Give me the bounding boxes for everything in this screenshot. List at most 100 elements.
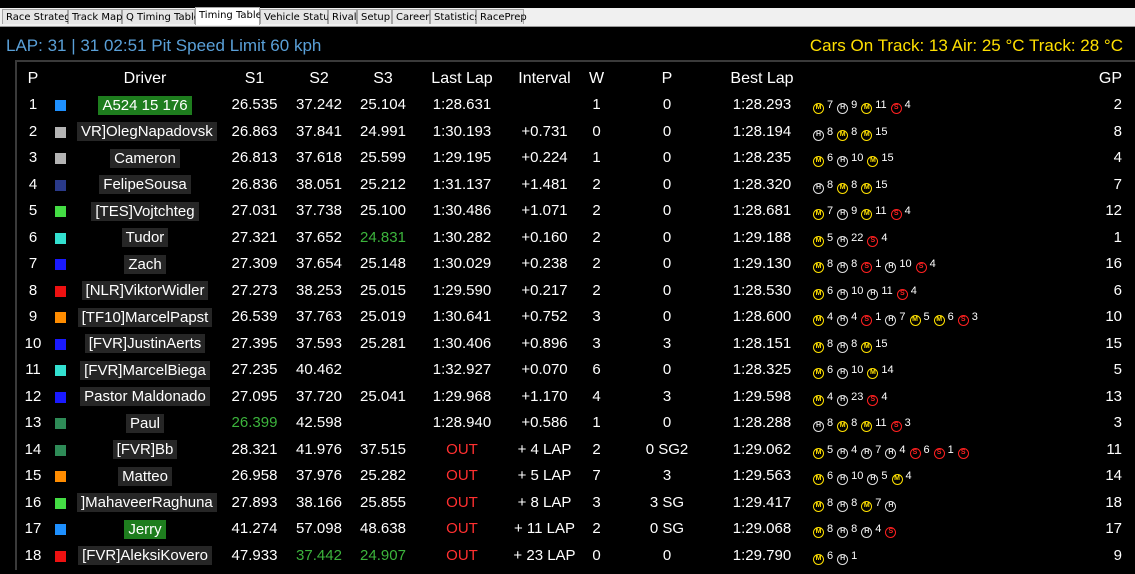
- last-lap: OUT: [446, 467, 478, 484]
- position: 11: [25, 361, 41, 378]
- sector-2: 37.841: [296, 122, 342, 140]
- last-lap: 1:30.641: [432, 308, 492, 325]
- medium-tyre-icon: M: [837, 182, 849, 194]
- w-count: 1: [592, 414, 601, 431]
- stint-laps: 15: [875, 125, 888, 138]
- medium-tyre-icon: M: [861, 103, 873, 114]
- medium-tyre-icon: M: [861, 500, 873, 512]
- stint-laps: 5: [881, 470, 888, 482]
- driver-name: A524 15 176: [98, 95, 192, 115]
- tab-rival[interactable]: Rival: [328, 9, 357, 24]
- soft-tyre-icon: S: [915, 262, 927, 273]
- p-count: 3: [662, 334, 672, 352]
- best-lap: 1:28.681: [732, 202, 792, 219]
- stint-laps: 22: [851, 231, 864, 244]
- sector-3: 37.515: [360, 440, 406, 458]
- tab-q-timing-table[interactable]: Q Timing Table: [122, 9, 200, 24]
- sector-2: 37.738: [296, 202, 342, 219]
- p-count: 0 SG2: [645, 440, 689, 458]
- hard-tyre-icon: H: [837, 527, 849, 538]
- interval: +1.170: [521, 387, 568, 405]
- medium-tyre-icon: M: [813, 500, 824, 512]
- stint-laps: 8: [827, 496, 834, 509]
- position: 5: [28, 202, 38, 219]
- medium-tyre-icon: M: [813, 553, 824, 565]
- tab-race-strategy[interactable]: Race Strategy: [2, 9, 77, 24]
- p-count: 0: [662, 149, 672, 166]
- tyre-stints: M8H8M7H: [809, 490, 899, 516]
- grid-position: 13: [1105, 387, 1122, 405]
- p-count: 0: [662, 96, 672, 113]
- stint-laps: 4: [827, 311, 834, 323]
- position: 8: [28, 281, 38, 299]
- w-count: 1: [592, 149, 601, 166]
- best-lap: 1:29.563: [732, 467, 792, 484]
- stint-laps: 4: [851, 443, 858, 456]
- tyre-stints: H 8 M 8 M 15: [809, 172, 888, 198]
- tab-statistics[interactable]: Statistics: [430, 9, 480, 24]
- driver-cell: ]MahaveerRaghuna: [77, 490, 217, 516]
- team-color-swatch: [55, 444, 66, 456]
- tyre-stints: M 6 H 10 H 11 S 4: [809, 278, 917, 304]
- col-p: P: [661, 70, 673, 87]
- position: 9: [28, 308, 38, 325]
- tab-timing-table[interactable]: Timing Table: [195, 7, 262, 25]
- sector-3: 24.831: [360, 228, 406, 246]
- sector-1: 26.535: [231, 96, 278, 113]
- medium-tyre-icon: M: [861, 421, 873, 432]
- tab-setup[interactable]: Setup: [357, 9, 392, 24]
- stint-laps: 4: [881, 231, 888, 244]
- sector-2: 38.166: [296, 493, 342, 511]
- hard-tyre-icon: H: [885, 315, 897, 326]
- team-color-swatch: [55, 418, 66, 429]
- p-count: 0: [662, 122, 672, 140]
- best-lap: 1:28.293: [732, 96, 792, 113]
- sector-2: 41.976: [296, 440, 342, 458]
- stint-laps: 5: [827, 231, 834, 244]
- last-lap: 1:29.968: [432, 387, 492, 405]
- team-color-swatch: [55, 126, 66, 138]
- sector-2: 42.598: [296, 414, 342, 431]
- stint-laps: 8: [827, 523, 834, 535]
- driver-name: [FVR]Bb: [112, 440, 178, 460]
- stint-laps: 11: [875, 417, 887, 429]
- tyre-stints: M 8 H 8 S 1 H 10 S 4: [809, 251, 936, 277]
- best-lap: 1:28.151: [732, 334, 792, 352]
- tyre-stints: M 5 H 22 S 4: [809, 225, 888, 251]
- hard-tyre-icon: H: [861, 527, 873, 538]
- interval: +0.752: [521, 308, 568, 325]
- medium-tyre-icon: M: [813, 368, 824, 379]
- sector-2: 37.976: [296, 467, 342, 484]
- hard-tyre-icon: H: [813, 421, 824, 432]
- stint-laps: 8: [827, 337, 834, 350]
- stint-laps: 4: [881, 390, 888, 403]
- w-count: 7: [592, 467, 601, 484]
- sector-3: 25.148: [360, 255, 406, 272]
- medium-tyre-icon: M: [837, 129, 849, 141]
- medium-tyre-icon: M: [813, 315, 824, 326]
- tyre-stints: M 6 H 10 H 5 M 4: [809, 463, 912, 489]
- w-count: 2: [592, 228, 601, 246]
- tab-vehicle-status[interactable]: Vehicle Status: [260, 9, 335, 24]
- driver-name: Tudor: [121, 228, 169, 248]
- tab-career[interactable]: Career: [392, 9, 430, 24]
- stint-laps: 11: [875, 99, 887, 111]
- grid-position: 8: [1113, 122, 1122, 140]
- hard-tyre-icon: H: [813, 129, 824, 141]
- hard-tyre-icon: H: [867, 288, 879, 300]
- position: 14: [24, 440, 42, 458]
- soft-tyre-icon: S: [885, 527, 897, 538]
- stint-laps: 8: [851, 523, 858, 535]
- medium-tyre-icon: M: [813, 103, 824, 114]
- sector-3: 24.991: [360, 122, 406, 140]
- team-color-swatch: [55, 471, 66, 482]
- hard-tyre-icon: H: [861, 447, 873, 459]
- sector-3: 25.019: [360, 308, 406, 325]
- last-lap: 1:30.029: [432, 255, 492, 272]
- p-count: 0: [662, 255, 672, 272]
- sector-1: 26.813: [231, 149, 278, 166]
- tab-raceprep[interactable]: RacePrep: [476, 9, 527, 24]
- sector-3: 25.281: [360, 334, 406, 352]
- position: 17: [24, 520, 42, 537]
- tab-track-map[interactable]: Track Map: [68, 9, 122, 24]
